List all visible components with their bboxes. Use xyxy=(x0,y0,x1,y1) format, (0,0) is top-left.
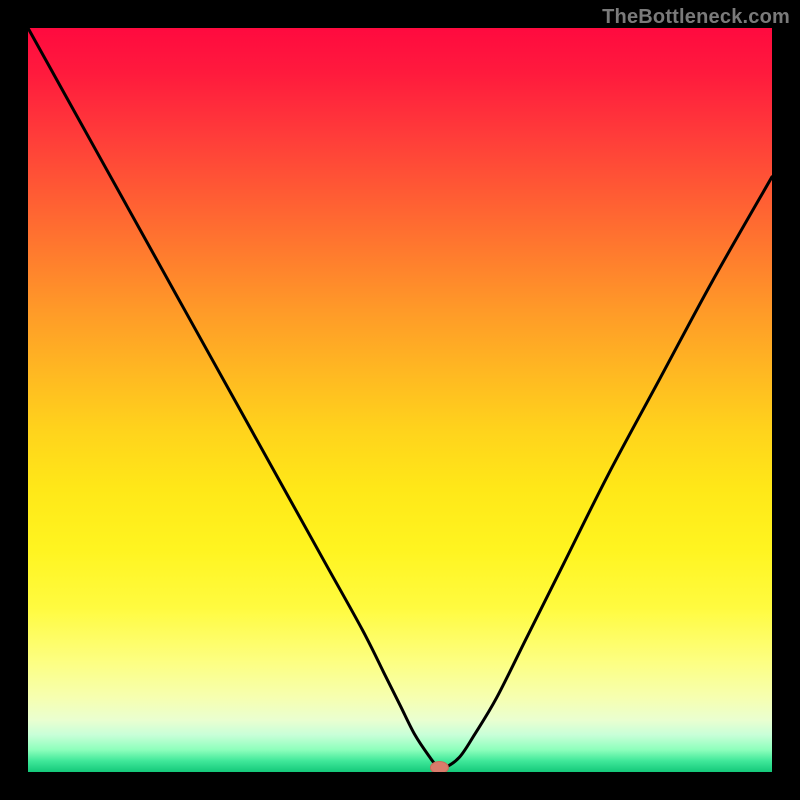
bottleneck-curve xyxy=(28,28,772,768)
plot-area xyxy=(28,28,772,772)
optimal-point-marker xyxy=(430,762,448,772)
chart-container: TheBottleneck.com xyxy=(0,0,800,800)
watermark-text: TheBottleneck.com xyxy=(602,6,790,29)
curve-svg xyxy=(28,28,772,772)
